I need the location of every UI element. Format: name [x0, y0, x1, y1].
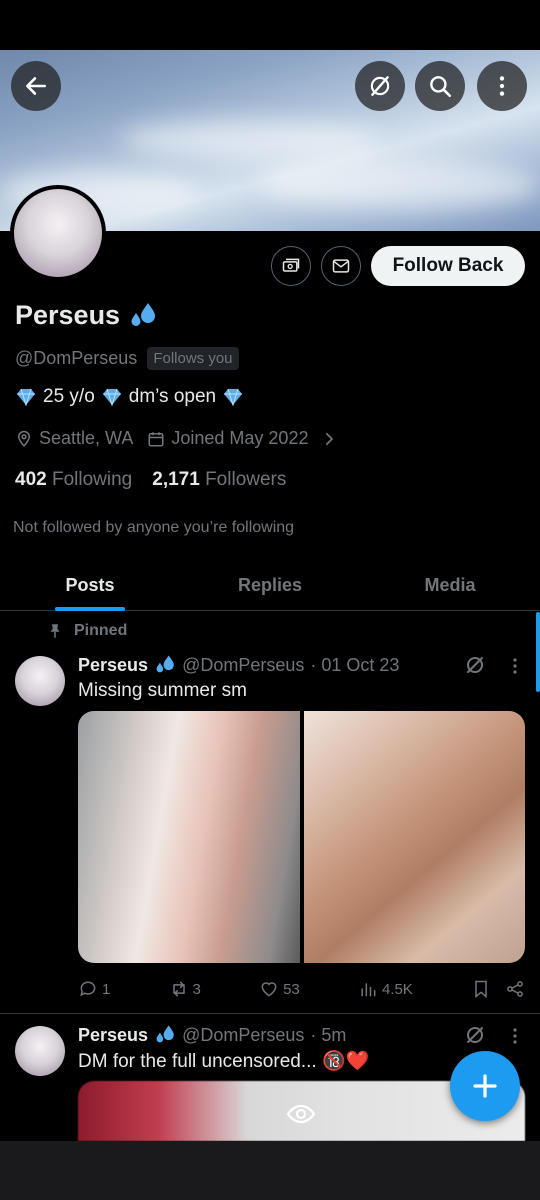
views-button[interactable]: 4.5K: [358, 979, 413, 999]
repost-icon: [172, 981, 185, 997]
gem-icon: [102, 388, 121, 406]
follow-back-button[interactable]: Follow Back: [371, 246, 525, 286]
heart-icon: [261, 982, 277, 997]
post-media[interactable]: [78, 711, 525, 963]
pinned-indicator: Pinned: [46, 622, 127, 640]
message-button[interactable]: [321, 246, 361, 286]
profile-tabs: Posts Replies Media: [0, 560, 540, 611]
repost-button[interactable]: 3: [169, 979, 201, 999]
search-icon: [430, 76, 452, 98]
grok-icon[interactable]: [463, 653, 487, 677]
like-count: 53: [283, 980, 300, 998]
post-timestamp: · 5m: [310, 1024, 347, 1045]
grok-button[interactable]: [355, 61, 405, 111]
more-options-button[interactable]: [477, 61, 527, 111]
sweat-droplets-icon: [156, 655, 174, 673]
money-icon: [282, 258, 300, 272]
pin-icon: [50, 624, 60, 638]
reply-button[interactable]: 1: [78, 979, 110, 999]
post-image[interactable]: [78, 711, 300, 963]
sweat-droplets-icon: [156, 1025, 174, 1043]
system-navigation-bar: [0, 1141, 540, 1200]
compose-post-button[interactable]: [450, 1051, 520, 1121]
post-avatar[interactable]: [15, 1026, 65, 1076]
tab-media[interactable]: Media: [360, 560, 540, 610]
profile-meta: Seattle, WA Joined May 2022: [15, 428, 338, 449]
tab-replies[interactable]: Replies: [180, 560, 360, 610]
reply-count: 1: [102, 980, 111, 998]
tab-posts[interactable]: Posts: [0, 560, 180, 611]
followers-label: Followers: [205, 469, 287, 490]
repost-count: 3: [192, 980, 201, 998]
profile-avatar[interactable]: [10, 185, 106, 281]
profile-name-text: Perseus: [15, 300, 121, 330]
eye-icon[interactable]: [286, 1102, 316, 1126]
post-text: DM for the full uncensored... 🔞❤️: [78, 1051, 370, 1072]
post-avatar[interactable]: [15, 656, 65, 706]
gem-icon: [224, 388, 243, 406]
handle-row: @DomPerseus Follows you: [15, 347, 239, 370]
post-image[interactable]: [303, 711, 525, 963]
bookmark-icon[interactable]: [471, 979, 491, 999]
post-author-handle[interactable]: @DomPerseus: [182, 655, 304, 676]
chevron-right-icon[interactable]: [320, 430, 338, 448]
scrollbar[interactable]: [536, 612, 540, 692]
post-header: Perseus @DomPerseus · 01 Oct 23: [78, 654, 399, 676]
more-vertical-icon[interactable]: [505, 656, 525, 676]
envelope-icon: [332, 259, 350, 273]
post-divider: [0, 1013, 540, 1014]
back-button[interactable]: [11, 61, 61, 111]
plus-icon: [473, 1074, 497, 1098]
pinned-label: Pinned: [74, 622, 128, 639]
not-followed-text: Not followed by anyone you’re following: [13, 519, 295, 536]
post-author-handle[interactable]: @DomPerseus: [182, 1025, 304, 1046]
post-header: Perseus @DomPerseus · 5m: [78, 1024, 346, 1046]
post-actions: 1 3 53 4.5K: [78, 975, 525, 1003]
status-bar: [0, 0, 540, 50]
banner-cloud: [120, 120, 380, 160]
share-group: [471, 979, 525, 999]
profile-stats: 402 Following 2,171 Followers: [15, 469, 286, 491]
location-pin-icon: [17, 430, 31, 447]
calendar-icon: [148, 431, 164, 446]
profile-handle: @DomPerseus: [15, 348, 138, 368]
more-vertical-icon[interactable]: [505, 1026, 525, 1046]
post-text: Missing summer sm: [78, 680, 247, 701]
bio-age: 25 y/o: [43, 386, 95, 407]
reply-icon: [80, 981, 96, 997]
profile-joined: Joined May 2022: [171, 428, 309, 448]
following-label: Following: [51, 469, 133, 490]
following-count: 402: [15, 469, 47, 490]
follows-you-badge: Follows you: [147, 347, 239, 370]
post-timestamp: · 01 Oct 23: [310, 654, 400, 675]
post-author-name[interactable]: Perseus: [78, 655, 148, 676]
profile-location: Seattle, WA: [39, 428, 134, 448]
banner-cloud: [260, 160, 540, 210]
share-icon[interactable]: [505, 979, 525, 999]
sweat-droplets-icon: [131, 302, 156, 326]
more-vertical-icon: [499, 76, 505, 96]
grok-icon[interactable]: [463, 1023, 487, 1047]
subscribe-button[interactable]: [271, 246, 311, 286]
followers-link[interactable]: 2,171 Followers: [152, 469, 286, 491]
like-button[interactable]: 53: [259, 979, 300, 999]
views-count: 4.5K: [381, 980, 413, 998]
views-chart-icon: [361, 983, 376, 997]
back-arrow-icon: [26, 77, 46, 95]
gem-icon: [17, 388, 35, 406]
profile-bio: 25 y/o dm’s open: [15, 386, 244, 408]
followers-count: 2,171: [152, 469, 200, 490]
search-button[interactable]: [415, 61, 465, 111]
following-link[interactable]: 402 Following: [15, 469, 132, 491]
grok-icon: [370, 76, 390, 96]
profile-name: Perseus: [15, 300, 158, 331]
post-author-name[interactable]: Perseus: [78, 1025, 148, 1046]
bio-dms: dm’s open: [128, 386, 217, 407]
